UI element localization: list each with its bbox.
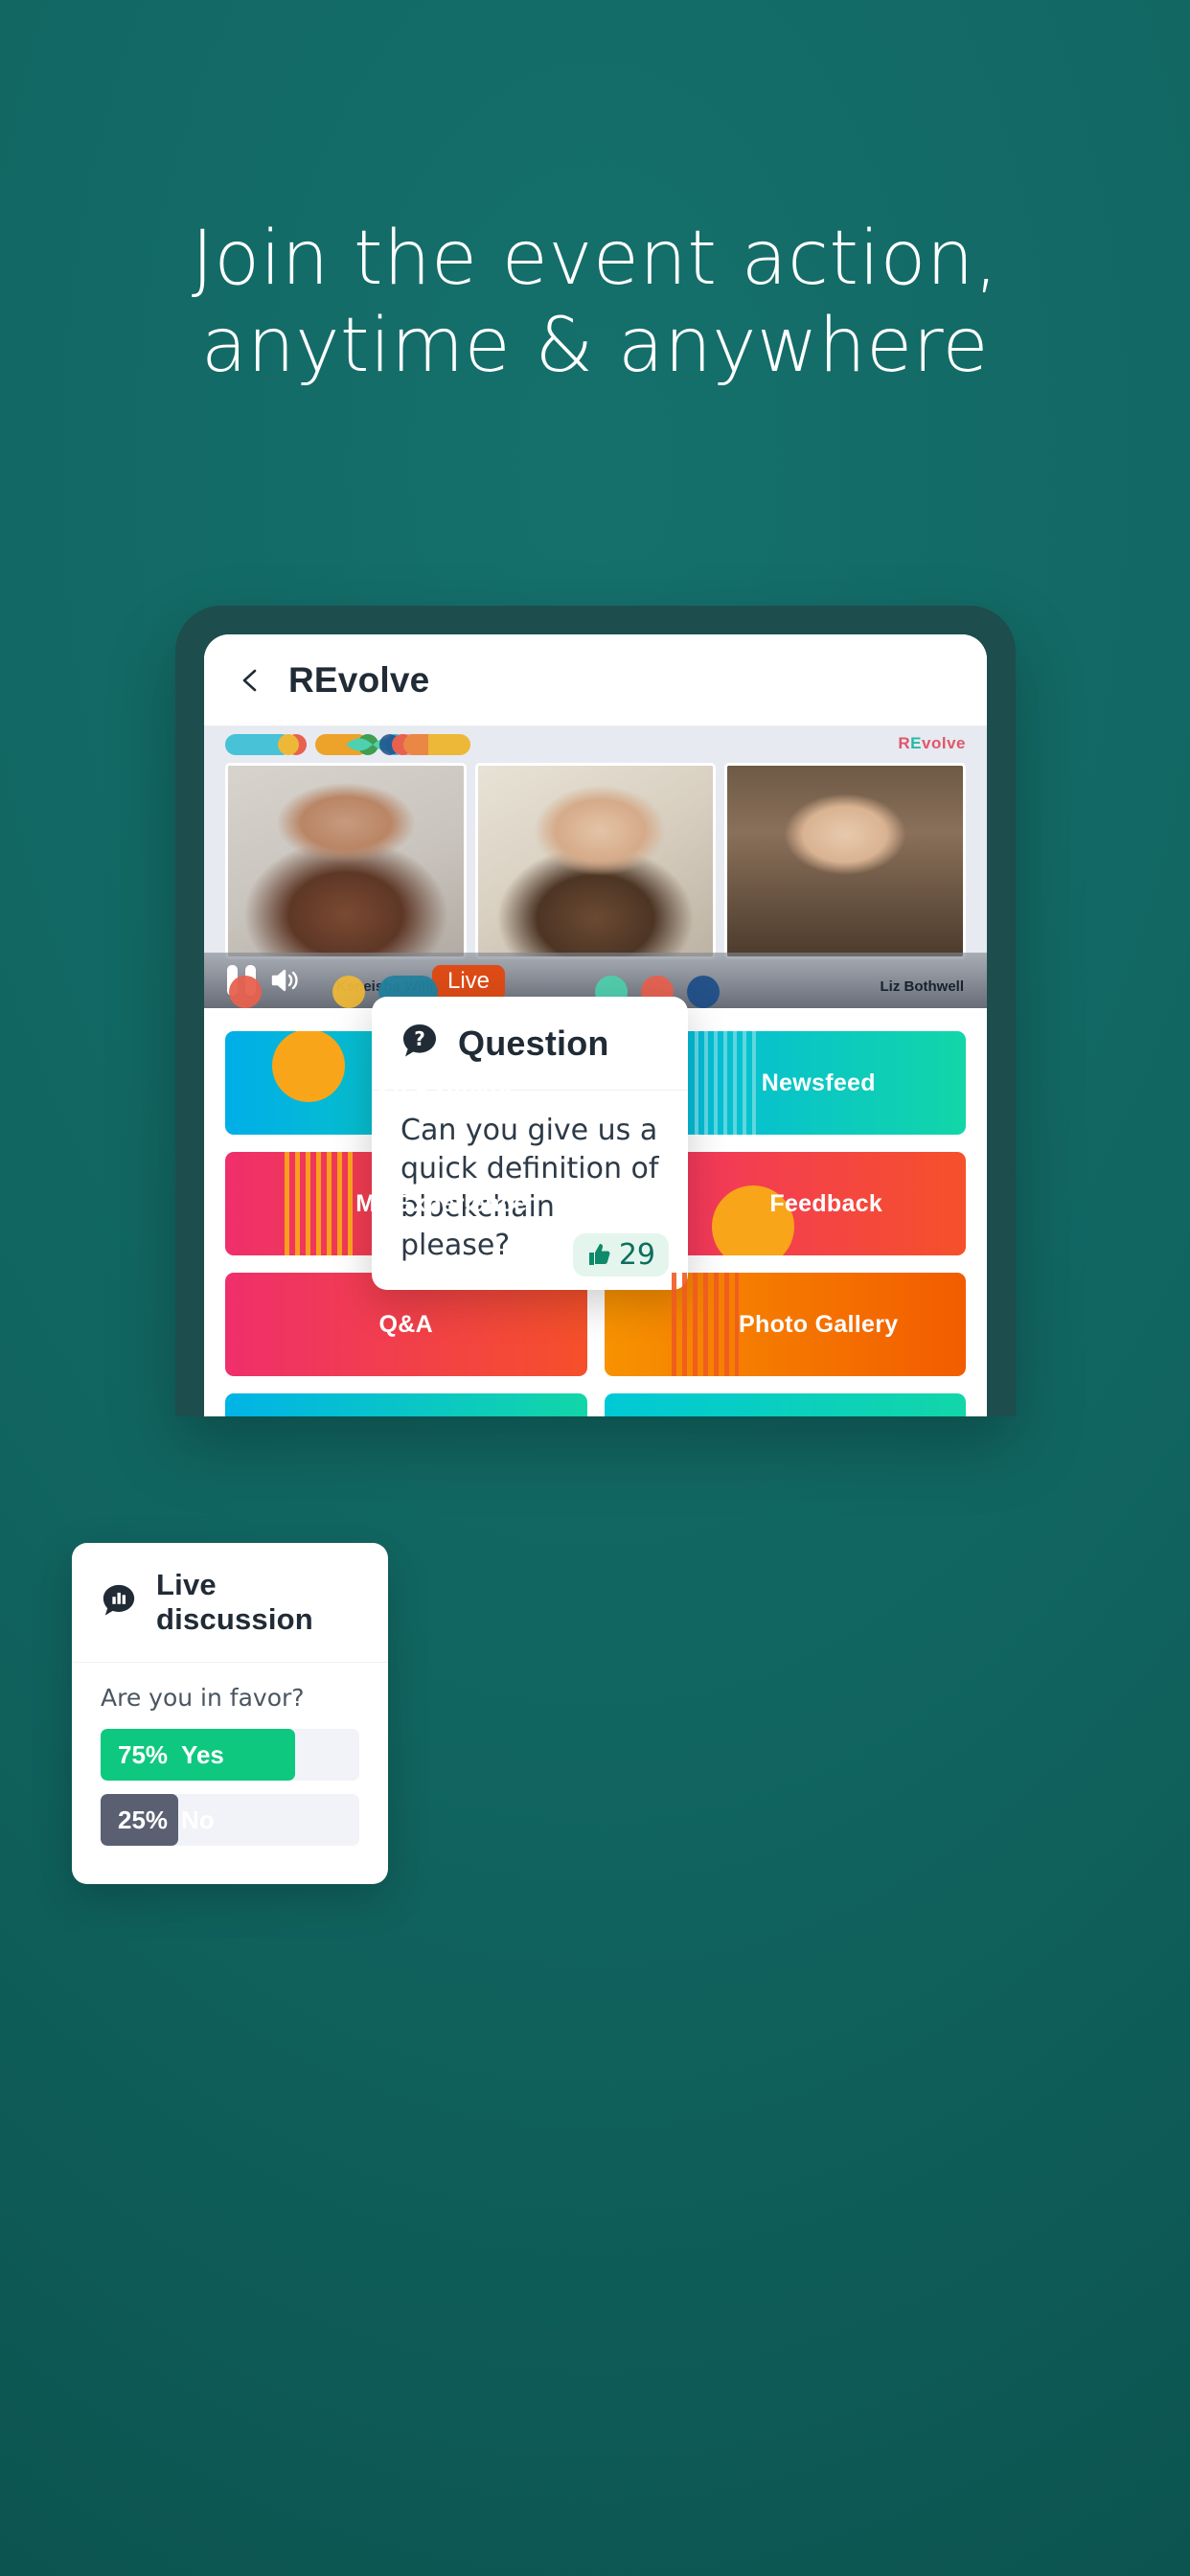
discussion-card-title: Live discussion (156, 1568, 313, 1636)
menu-tile-label: Feedback (769, 1189, 883, 1217)
video-tile[interactable] (474, 763, 717, 959)
video-tile[interactable] (225, 763, 467, 959)
question-popup-card: ? Question Can you give us a quick defin… (372, 997, 688, 1290)
revolve-logo: REvolve (898, 734, 966, 752)
poll-option-text: Yes (181, 1739, 224, 1769)
brand-blobs-decoration (225, 734, 470, 755)
discussion-card-body: Are you in favor? 75% Yes 25% No (72, 1663, 388, 1884)
menu-tile-label: Newsfeed (761, 1069, 876, 1096)
like-counter[interactable]: 29 (572, 1232, 669, 1276)
app-header: REvolve (204, 634, 987, 726)
poll-option-percent: 25% (118, 1805, 169, 1834)
question-card-title: Question (458, 1023, 609, 1063)
revolve-logo-accent: E (910, 734, 923, 752)
hero-headline-line-1: Join the event action, (191, 216, 999, 302)
menu-tile-agenda[interactable]: Agenda (225, 1393, 587, 1416)
discussion-card-header: Live discussion (72, 1543, 388, 1663)
poll-option-percent: 75% (118, 1739, 169, 1769)
hero-headline-line-2: anytime & anywhere (201, 303, 989, 390)
hero-headline: Join the event action, anytime & anywher… (0, 216, 1190, 391)
poll-bubble-icon (101, 1582, 137, 1623)
video-tile-grid (204, 763, 987, 959)
chevron-left-icon[interactable] (239, 668, 263, 693)
menu-tile-label: Photo Gallery (739, 1310, 899, 1338)
poll-option-row[interactable]: 75% Yes (101, 1729, 359, 1781)
live-stream-panel: REvolve Keneisha Williams Liz Bothwell (204, 726, 987, 1008)
poll-question: Are you in favor? (101, 1684, 305, 1712)
poll-option-label: 75% Yes (118, 1729, 224, 1781)
menu-tile-label: My Experience (355, 1189, 528, 1217)
menu-tile-label: Q&A (378, 1310, 433, 1338)
poll-option-row[interactable]: 25% No (101, 1794, 359, 1846)
like-count: 29 (618, 1237, 655, 1272)
video-tile[interactable] (724, 763, 967, 959)
menu-tile-label: On-Demand (373, 1069, 512, 1096)
poll-option-label: 25% No (118, 1794, 215, 1846)
page-title: REvolve (288, 659, 430, 700)
live-discussion-popup-card: Live discussion Are you in favor? 75% Ye… (72, 1543, 388, 1884)
svg-text:?: ? (414, 1027, 425, 1050)
question-bubble-icon: ? (400, 1022, 439, 1065)
thumbs-up-icon (588, 1244, 610, 1266)
stream-top-bar: REvolve (204, 726, 987, 763)
poll-option-text: No (181, 1805, 215, 1834)
menu-tile-sharing-wall[interactable]: Sharing Wall (604, 1393, 966, 1416)
